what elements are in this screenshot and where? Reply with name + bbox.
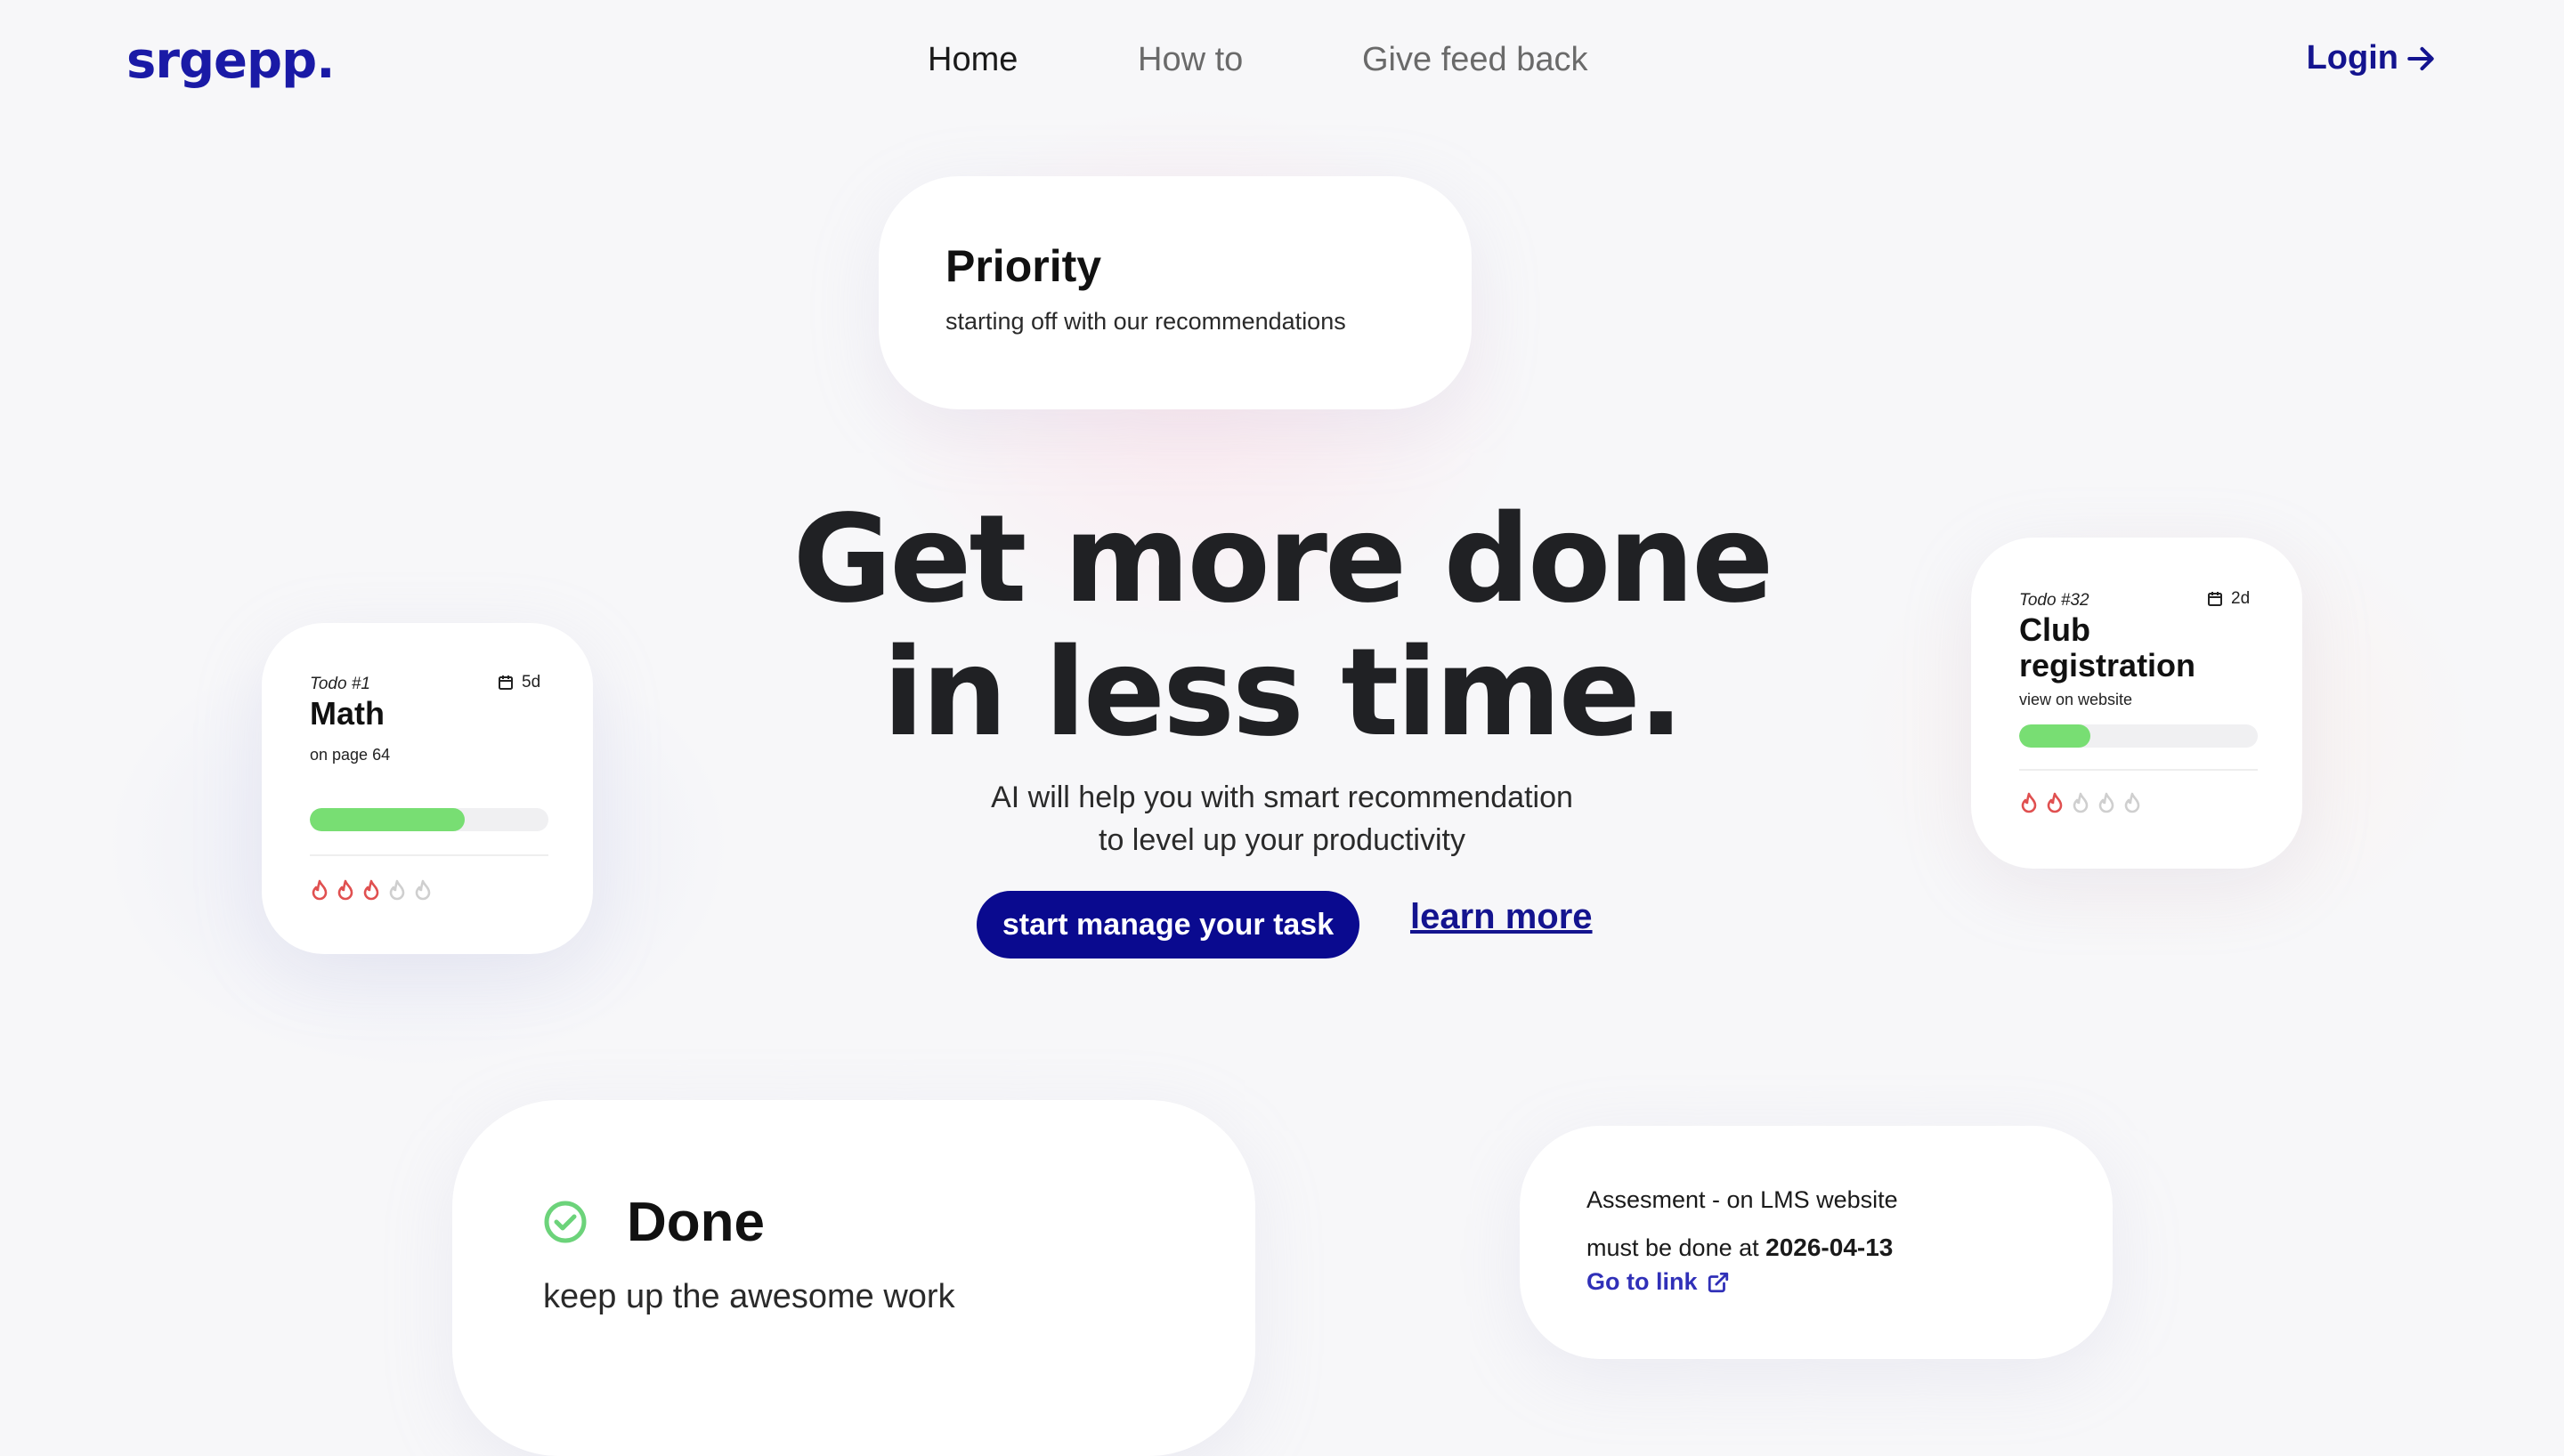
nav-give-feedback[interactable]: Give feed back [1362,41,1587,79]
flame-icon [337,879,353,901]
flame-icon [312,879,328,901]
assessment-due: must be done at 2026-04-13 [1586,1234,1893,1262]
flame-icon [415,879,431,901]
todo-note: on page 64 [310,746,391,764]
priority-title: Priority [945,241,1102,291]
arrow-right-icon [2407,46,2434,70]
calendar-icon [499,675,513,690]
calendar-icon [2208,592,2222,606]
flame-icon [2073,792,2089,813]
flame-icon [389,879,405,901]
todo-due-label: 5d [522,673,541,692]
done-subtitle: keep up the awesome work [543,1278,955,1315]
priority-subtitle: starting off with our recommendations [945,308,1346,335]
todo-progress-fill [2019,724,2091,748]
todo-progress-bar [2019,724,2258,748]
todo-card[interactable]: Todo #1 5d Math on page 64 [262,623,593,954]
assessment-card: Assesment - on LMS website must be done … [1520,1126,2113,1359]
todo-number: Todo #1 [310,675,370,693]
todo-title: Math [310,695,385,732]
nav-how-to[interactable]: How to [1138,41,1243,79]
todo-due-label: 2d [2231,589,2251,608]
nav-home[interactable]: Home [928,41,1018,79]
check-circle-icon [544,1201,587,1243]
divider [2019,769,2258,771]
todo-due: 2d [2206,589,2250,609]
go-to-link-label: Go to link [1586,1268,1698,1295]
login-link[interactable]: Login [2307,39,2438,77]
done-title: Done [627,1192,765,1253]
todo-number: Todo #32 [2019,591,2089,610]
todo-priority-flames [310,879,433,902]
todo-priority-flames [2019,792,2142,815]
assessment-due-prefix: must be done at [1586,1234,1766,1261]
todo-note: view on website [2019,691,2133,708]
todo-title-line1: Club [2019,611,2090,648]
assessment-title: Assesment - on LMS website [1586,1186,1898,1213]
learn-more-link[interactable]: learn more [1410,897,1593,937]
todo-due: 5d [497,673,540,692]
external-link-icon [1708,1272,1728,1292]
go-to-link[interactable]: Go to link [1586,1268,1730,1296]
priority-card: Priority starting off with our recommend… [879,176,1472,409]
todo-progress-bar [310,808,548,831]
todo-card[interactable]: Todo #32 2d Club registration view on we… [1971,538,2302,869]
todo-progress-fill [310,808,466,831]
login-label: Login [2306,39,2398,77]
divider [310,854,548,856]
done-card: Done keep up the awesome work [452,1100,1255,1456]
flame-icon [363,879,379,901]
flame-icon [2021,792,2037,813]
flame-icon [2047,792,2063,813]
flame-icon [2124,792,2140,813]
flame-icon [2098,792,2114,813]
main-nav: Home How to Give feed back [0,41,2564,85]
start-manage-task-button[interactable]: start manage your task [977,891,1359,959]
todo-title-line2: registration [2019,647,2196,684]
assessment-due-date: 2026-04-13 [1765,1234,1894,1261]
